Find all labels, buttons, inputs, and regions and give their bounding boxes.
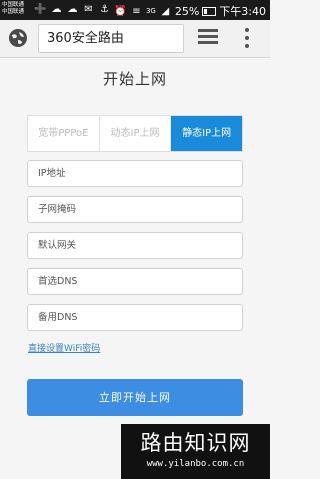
tab-static-ip[interactable]: 静态IP上网 [171,116,243,151]
tabs-icon[interactable] [198,29,218,47]
globe-icon[interactable] [8,28,28,48]
status-bar: 中国联通 中国联通 ➕ ☁ ☁ ✉ ⚓ ⏰ ≡ 3G ◢ 25% 下午3:40 [0,0,270,20]
address-bar[interactable]: 360安全路由 [38,24,184,53]
subnet-mask-input[interactable]: 子网掩码 [27,196,243,223]
battery-percent: 25% [174,4,200,18]
connection-type-tabs: 宽带PPPoE 动态IP上网 静态IP上网 [27,115,243,152]
watermark-url: www.yilanbo.com.cn [146,459,245,469]
start-internet-button[interactable]: 立即开始上网 [27,379,243,416]
usb-icon: ⚓ [100,4,109,15]
tab-pppoe[interactable]: 宽带PPPoE [28,116,100,151]
set-wifi-password-link[interactable]: 直接设置WiFi密码 [28,341,100,354]
browser-toolbar: 360安全路由 [0,20,270,58]
page-title: 开始上网 [102,70,167,88]
alarm-icon: ⏰ [114,5,127,17]
gateway-input[interactable]: 默认网关 [27,232,243,259]
watermark: 路由知识网 www.yilanbo.com.cn [121,424,270,479]
ip-address-input[interactable]: IP地址 [27,160,243,187]
carrier-labels: 中国联通 中国联通 [2,2,24,16]
network-type: 3G [145,7,156,15]
primary-dns-input[interactable]: 首选DNS [27,268,243,295]
battery-icon [202,6,217,16]
watermark-title: 路由知识网 [140,431,251,455]
wechat-icon-2: ☁ [67,4,78,15]
download-icon: ➕ [34,4,47,15]
signal-icon: ◢ [161,5,170,17]
wechat-icon: ☁ [51,4,62,15]
secondary-dns-input[interactable]: 备用DNS [27,304,243,331]
carrier-2: 中国联通 [2,9,25,15]
carrier-1: 中国联通 [2,2,25,8]
wifi-icon: ≡ [132,5,141,17]
clock: 下午3:40 [219,5,266,18]
message-icon: ✉ [84,4,93,15]
more-menu-icon[interactable] [244,28,250,48]
tab-dynamic-ip[interactable]: 动态IP上网 [100,116,172,151]
